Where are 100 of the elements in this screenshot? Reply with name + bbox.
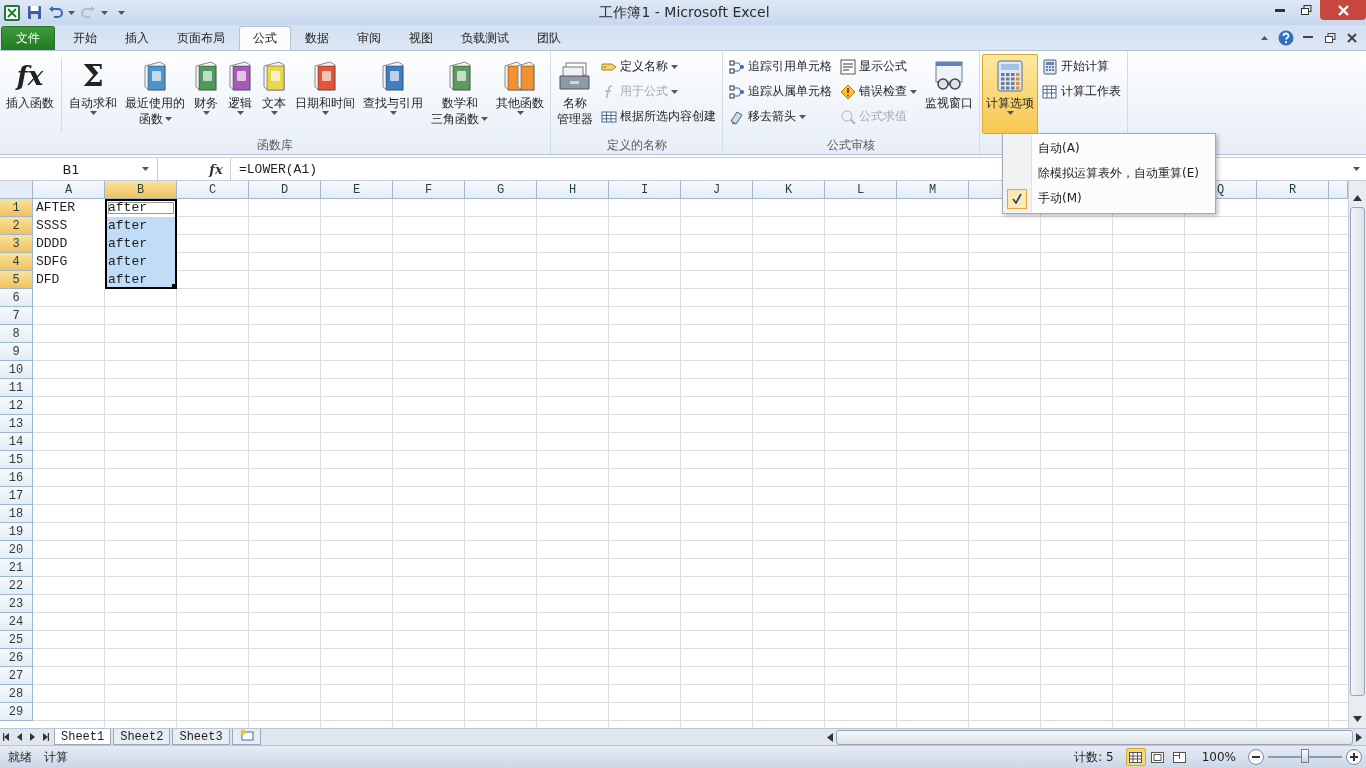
row-header[interactable]: 12 — [0, 397, 33, 415]
save-button[interactable] — [26, 4, 42, 21]
formula-field[interactable]: =LOWER(A1) — [230, 158, 999, 180]
row-header[interactable]: 1 — [0, 199, 33, 217]
column-header[interactable]: G — [465, 181, 537, 199]
column-header[interactable]: C — [177, 181, 249, 199]
column-header[interactable]: I — [609, 181, 681, 199]
ribbon-button[interactable]: 定义名称 — [599, 54, 718, 79]
row-header[interactable]: 22 — [0, 577, 33, 595]
table-icon — [1042, 83, 1058, 100]
row-header[interactable]: 2 — [0, 217, 33, 235]
row-header[interactable]: 4 — [0, 253, 33, 271]
column-header[interactable]: K — [753, 181, 825, 199]
calculator-icon — [996, 60, 1024, 92]
ribbon-button[interactable]: 财务 — [189, 54, 223, 134]
file-tab[interactable]: 文件 — [1, 26, 55, 50]
row-header[interactable]: 21 — [0, 559, 33, 577]
ribbon-button[interactable]: 文本 — [257, 54, 291, 134]
row-header[interactable]: 16 — [0, 469, 33, 487]
ribbon-button[interactable]: 追踪从属单元格 — [727, 79, 834, 104]
sheet-tab[interactable]: Sheet2 — [113, 729, 171, 745]
ribbon-button[interactable]: 计算选项 — [982, 54, 1038, 134]
view-button[interactable] — [1125, 748, 1146, 766]
ribbon-button[interactable]: Σ 自动求和 — [65, 54, 121, 134]
ribbon-tab[interactable]: 公式 — [239, 26, 291, 50]
column-header[interactable]: M — [897, 181, 969, 199]
ribbon-tab[interactable]: 页面布局 — [163, 26, 239, 50]
ribbon-button[interactable]: 逻辑 — [223, 54, 257, 134]
scroll-thumb[interactable] — [836, 729, 1353, 745]
ribbon-button[interactable]: fx 插入函数 — [2, 54, 58, 134]
row-header[interactable]: 15 — [0, 451, 33, 469]
row-header[interactable]: 23 — [0, 595, 33, 613]
column-header[interactable]: R — [1257, 181, 1329, 199]
column-header[interactable]: F — [393, 181, 465, 199]
column-header[interactable]: D — [249, 181, 321, 199]
row-header[interactable]: 3 — [0, 235, 33, 253]
row-header[interactable]: 26 — [0, 649, 33, 667]
row-header[interactable]: 29 — [0, 703, 33, 721]
ribbon-button[interactable]: 移去箭头 — [727, 104, 834, 129]
zoom-in-button[interactable] — [1346, 749, 1362, 765]
column-header[interactable]: E — [321, 181, 393, 199]
undo-button[interactable] — [47, 4, 63, 21]
row-header[interactable]: 28 — [0, 685, 33, 703]
row-header[interactable]: 8 — [0, 325, 33, 343]
zoom-out-button[interactable] — [1248, 749, 1264, 765]
ribbon-button[interactable]: 错误检查 — [838, 79, 919, 104]
column-header[interactable]: H — [537, 181, 609, 199]
ribbon-button[interactable]: 其他函数 — [492, 54, 548, 134]
ribbon-button[interactable]: 日期和时间 — [291, 54, 359, 134]
sheet-tab[interactable]: Sheet1 — [54, 729, 112, 745]
restore-icon — [1324, 32, 1336, 43]
ribbon-tab[interactable]: 负载测试 — [447, 26, 523, 50]
ribbon-button[interactable]: 显示公式 — [838, 54, 919, 79]
row-header[interactable]: 17 — [0, 487, 33, 505]
ribbon-tab[interactable]: 视图 — [395, 26, 447, 50]
fill-handle[interactable] — [172, 284, 177, 289]
row-header[interactable]: 18 — [0, 505, 33, 523]
sheet-tab[interactable]: Sheet3 — [172, 729, 230, 745]
ribbon-button[interactable]: 查找与引用 — [359, 54, 427, 134]
ribbon-button[interactable]: 根据所选内容创建 — [599, 104, 718, 129]
row-header[interactable]: 10 — [0, 361, 33, 379]
ribbon-button[interactable]: 计算工作表 — [1040, 79, 1123, 104]
scroll-right-icon — [1356, 732, 1362, 742]
column-header[interactable]: J — [681, 181, 753, 199]
ribbon-tab[interactable]: 插入 — [111, 26, 163, 50]
minimize-icon — [1274, 8, 1285, 12]
row-header[interactable]: 7 — [0, 307, 33, 325]
ribbon-tab[interactable]: 团队 — [523, 26, 575, 50]
row-header[interactable]: 19 — [0, 523, 33, 541]
ribbon-button[interactable]: 最近使用的 函数 — [121, 54, 189, 134]
row-header[interactable]: 24 — [0, 613, 33, 631]
row-header[interactable]: 20 — [0, 541, 33, 559]
row-header[interactable]: 9 — [0, 343, 33, 361]
insert-function-button[interactable]: fx — [202, 161, 230, 177]
row-header[interactable]: 13 — [0, 415, 33, 433]
scroll-thumb[interactable] — [1350, 207, 1365, 696]
ribbon-tab[interactable]: 开始 — [59, 26, 111, 50]
ribbon-button[interactable]: 追踪引用单元格 — [727, 54, 834, 79]
column-header[interactable]: L — [825, 181, 897, 199]
zoom-slider-thumb[interactable] — [1301, 749, 1309, 763]
calculator-icon — [1042, 58, 1058, 75]
row-header[interactable]: 27 — [0, 667, 33, 685]
column-header[interactable]: B — [105, 181, 177, 199]
caret-icon — [1260, 35, 1268, 40]
menu-item[interactable]: 自动(A) — [1003, 136, 1215, 161]
row-header[interactable]: 6 — [0, 289, 33, 307]
help-button[interactable] — [1278, 29, 1294, 46]
ribbon-button[interactable]: 开始计算 — [1040, 54, 1123, 79]
ribbon-button[interactable]: 监视窗口 — [921, 54, 977, 134]
ribbon-tab[interactable]: 审阅 — [343, 26, 395, 50]
column-header[interactable]: A — [33, 181, 105, 199]
close-button[interactable] — [1320, 0, 1366, 20]
row-header[interactable]: 5 — [0, 271, 33, 289]
ribbon-tab[interactable]: 数据 — [291, 26, 343, 50]
ribbon-button[interactable]: 数学和 三角函数 — [427, 54, 492, 134]
row-header[interactable]: 11 — [0, 379, 33, 397]
ribbon-button[interactable]: 名称 管理器 — [553, 54, 597, 134]
row-header[interactable]: 14 — [0, 433, 33, 451]
name-box[interactable]: B1 — [0, 158, 158, 180]
row-header[interactable]: 25 — [0, 631, 33, 649]
